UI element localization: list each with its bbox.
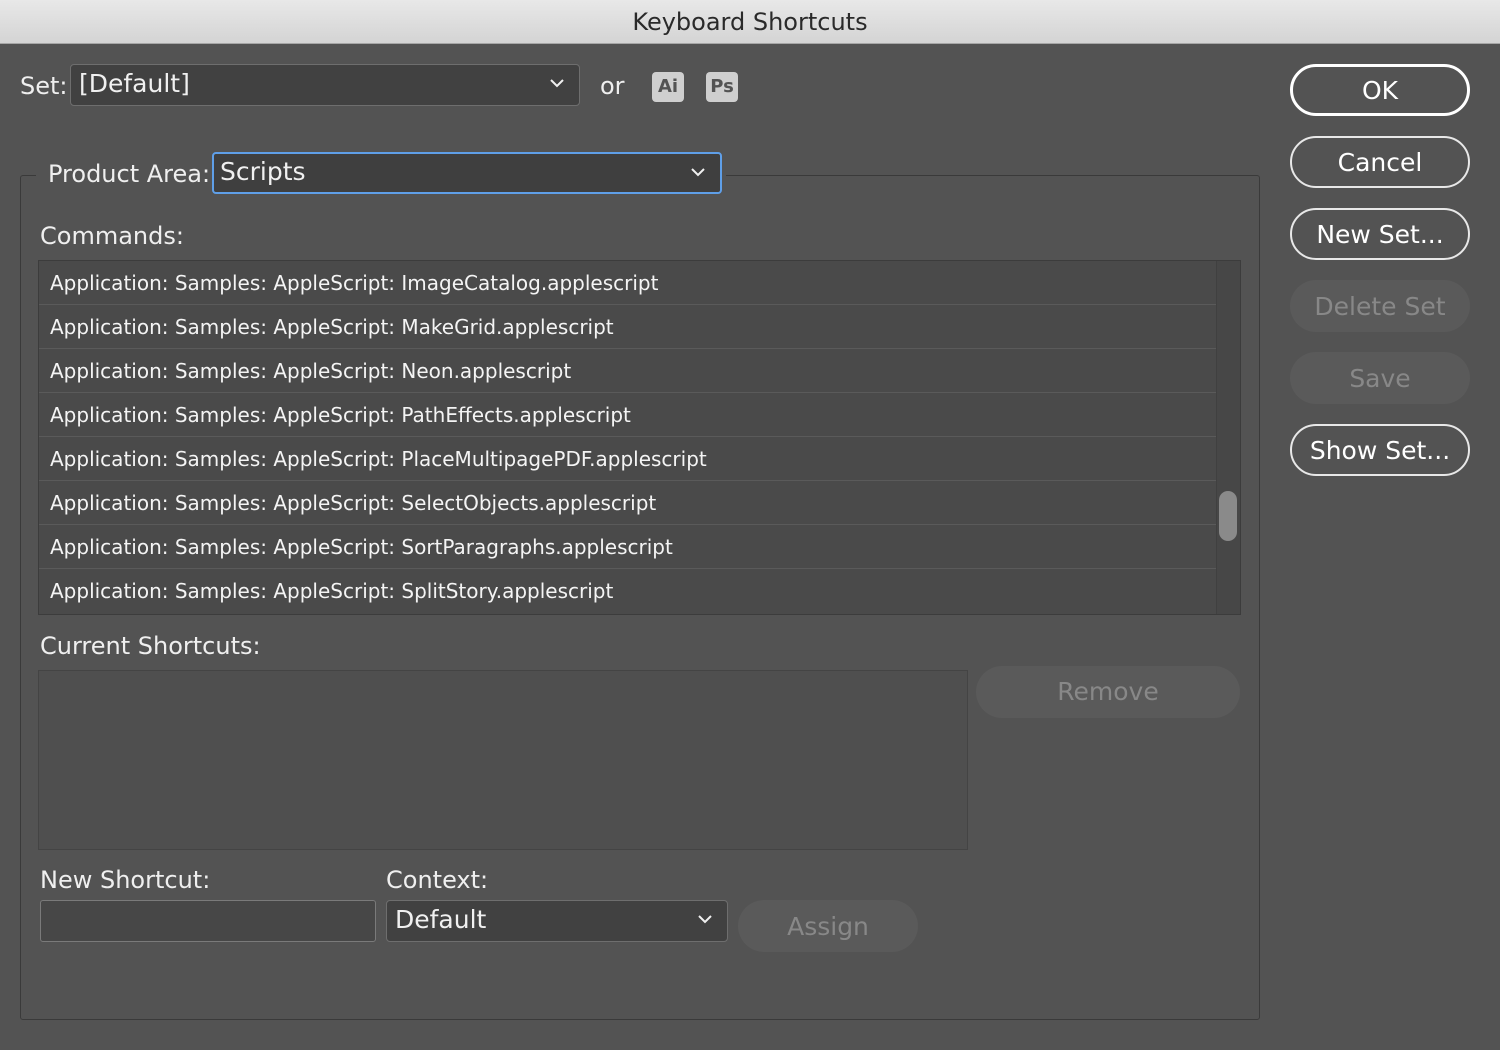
new-shortcut-label: New Shortcut:: [40, 866, 211, 894]
assign-button[interactable]: Assign: [738, 900, 918, 952]
list-item[interactable]: Application: Samples: AppleScript: Image…: [39, 261, 1217, 305]
new-shortcut-input[interactable]: [40, 900, 376, 942]
product-area-label: Product Area:: [48, 160, 211, 188]
chevron-down-icon: [691, 168, 705, 177]
commands-list[interactable]: Application: Samples: AppleScript: Image…: [38, 260, 1241, 615]
commands-label: Commands:: [40, 222, 184, 250]
photoshop-badge-icon[interactable]: Ps: [706, 72, 738, 102]
list-item[interactable]: Application: Samples: AppleScript: Place…: [39, 437, 1217, 481]
ok-button[interactable]: OK: [1290, 64, 1470, 116]
product-area-value: Scripts: [220, 157, 306, 186]
product-area-dropdown[interactable]: Scripts: [212, 152, 722, 194]
list-item[interactable]: Application: Samples: AppleScript: Selec…: [39, 481, 1217, 525]
context-dropdown[interactable]: Default: [386, 900, 728, 942]
save-button[interactable]: Save: [1290, 352, 1470, 404]
cancel-button[interactable]: Cancel: [1290, 136, 1470, 188]
current-shortcuts-label: Current Shortcuts:: [40, 632, 261, 660]
list-item[interactable]: Application: Samples: AppleScript: MakeG…: [39, 305, 1217, 349]
or-label: or: [600, 72, 625, 100]
context-label: Context:: [386, 866, 489, 894]
remove-button[interactable]: Remove: [976, 666, 1240, 718]
set-label: Set:: [20, 72, 68, 100]
list-item[interactable]: Application: Samples: AppleScript: PathE…: [39, 393, 1217, 437]
current-shortcuts-list[interactable]: [38, 670, 968, 850]
chevron-down-icon: [698, 915, 712, 924]
show-set-button[interactable]: Show Set...: [1290, 424, 1470, 476]
list-item[interactable]: Application: Samples: AppleScript: Split…: [39, 569, 1217, 613]
set-dropdown[interactable]: [Default]: [70, 64, 580, 106]
chevron-down-icon: [550, 79, 564, 88]
window-title: Keyboard Shortcuts: [0, 0, 1500, 44]
set-dropdown-value: [Default]: [79, 69, 190, 98]
new-set-button[interactable]: New Set...: [1290, 208, 1470, 260]
list-item[interactable]: Application: Samples: AppleScript: SortP…: [39, 525, 1217, 569]
commands-scrollbar[interactable]: [1216, 261, 1240, 614]
list-item[interactable]: Application: Samples: AppleScript: Neon.…: [39, 349, 1217, 393]
context-dropdown-value: Default: [395, 905, 487, 934]
scrollbar-thumb[interactable]: [1219, 491, 1237, 541]
illustrator-badge-icon[interactable]: Ai: [652, 72, 684, 102]
delete-set-button[interactable]: Delete Set: [1290, 280, 1470, 332]
